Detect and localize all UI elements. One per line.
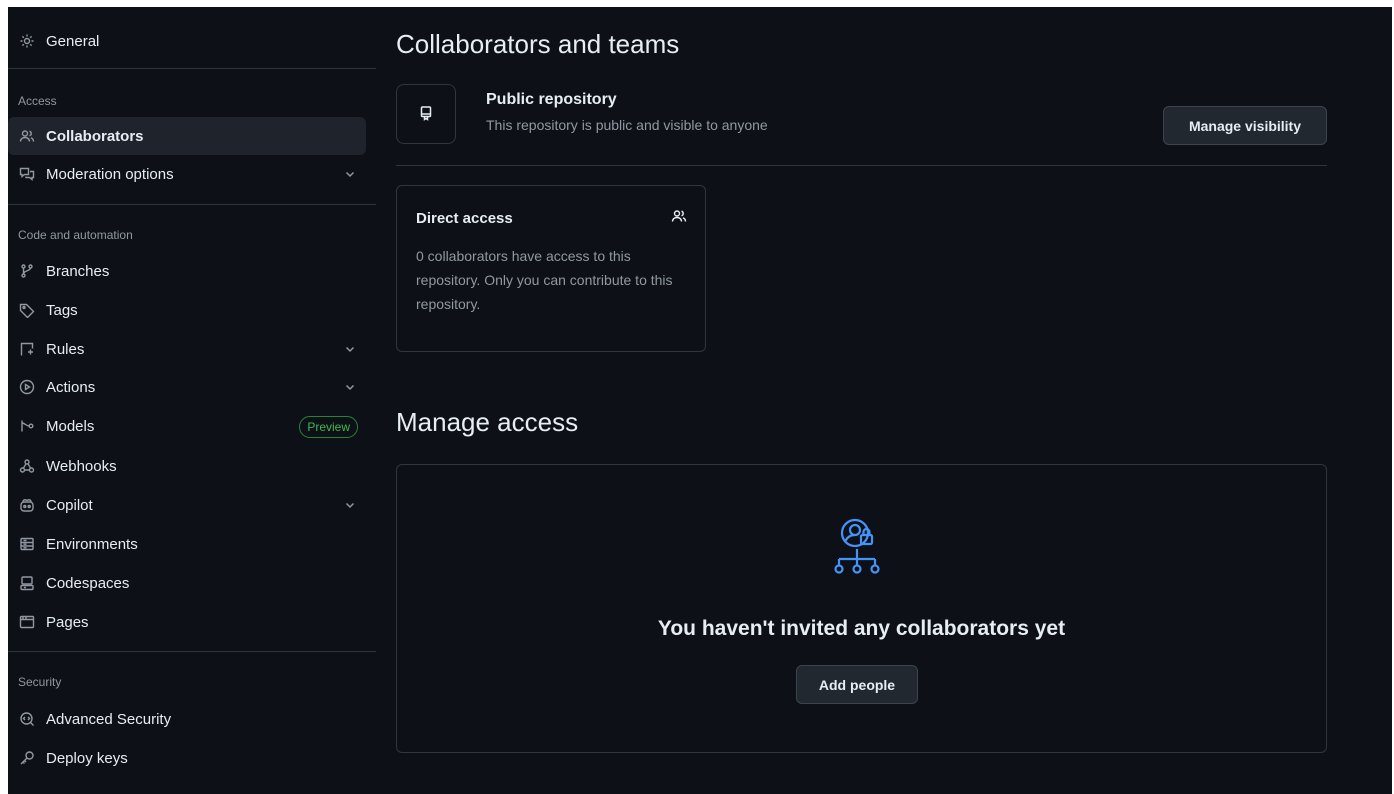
- sidebar-item-branches[interactable]: Branches: [8, 252, 366, 290]
- sidebar-item-label: Models: [46, 417, 95, 435]
- webhook-icon: [18, 457, 36, 475]
- sidebar-item-collaborators[interactable]: Collaborators: [8, 117, 366, 155]
- sidebar-item-codespaces[interactable]: Codespaces: [8, 564, 366, 602]
- empty-state-message: You haven't invited any collaborators ye…: [657, 617, 1066, 640]
- people-icon: [18, 127, 36, 145]
- sidebar-item-label: Actions: [46, 378, 96, 396]
- people-icon: [671, 208, 687, 224]
- server-icon: [18, 535, 36, 553]
- gear-icon: [18, 32, 36, 50]
- sidebar-item-label: Branches: [46, 262, 110, 280]
- sidebar-item-models[interactable]: Models Preview: [8, 407, 366, 445]
- sidebar-item-general[interactable]: General: [8, 22, 366, 60]
- sidebar-item-label: Advanced Security: [46, 710, 172, 728]
- visibility-description: This repository is public and visible to…: [486, 117, 768, 133]
- sidebar-heading-access: Access: [18, 94, 57, 108]
- sidebar-divider: [8, 68, 376, 69]
- chevron-down-icon: [344, 167, 356, 179]
- sidebar-item-label: Environments: [46, 535, 138, 553]
- sidebar-item-rules[interactable]: Rules: [8, 330, 366, 368]
- visibility-title: Public repository: [486, 91, 617, 108]
- sidebar-item-label: Pages: [46, 613, 89, 631]
- sidebar-item-deploy-keys[interactable]: Deploy keys: [8, 739, 366, 777]
- comment-discussion-icon: [18, 165, 36, 183]
- sidebar-item-moderation[interactable]: Moderation options: [8, 155, 366, 193]
- copilot-icon: [18, 496, 36, 514]
- sidebar-item-pages[interactable]: Pages: [8, 603, 366, 641]
- sidebar-item-label: Deploy keys: [46, 749, 128, 767]
- manage-access-title: Manage access: [396, 407, 579, 437]
- left-edge: [0, 0, 8, 794]
- models-icon: [18, 417, 36, 435]
- key-icon: [18, 749, 36, 767]
- sidebar-item-tags[interactable]: Tags: [8, 291, 366, 329]
- sidebar-item-copilot[interactable]: Copilot: [8, 486, 366, 524]
- sidebar-item-label: Codespaces: [46, 574, 130, 592]
- sidebar-item-label: Webhooks: [46, 457, 117, 475]
- repo-icon: [418, 105, 434, 124]
- add-people-button[interactable]: Add people: [796, 665, 918, 704]
- preview-badge: Preview: [299, 416, 358, 438]
- tag-icon: [18, 301, 36, 319]
- page-title: Collaborators and teams: [396, 29, 680, 59]
- sidebar-item-webhooks[interactable]: Webhooks: [8, 447, 366, 485]
- sidebar-item-label: Copilot: [46, 496, 93, 514]
- play-circle-icon: [18, 378, 36, 396]
- sidebar-item-label: Moderation options: [46, 165, 174, 183]
- sidebar-item-advanced-security[interactable]: Advanced Security: [8, 700, 366, 738]
- page: General Access Collaborators Moderation …: [0, 0, 1394, 794]
- sidebar-item-actions[interactable]: Actions: [8, 368, 366, 406]
- chevron-down-icon: [344, 498, 356, 510]
- collaborators-empty-icon: [829, 517, 897, 577]
- sidebar-heading-code: Code and automation: [18, 228, 133, 242]
- codescan-icon: [18, 710, 36, 728]
- sidebar-item-label: Rules: [46, 340, 85, 358]
- manage-access-box: You haven't invited any collaborators ye…: [396, 464, 1327, 753]
- section-divider: [396, 165, 1327, 166]
- sidebar-item-label: Tags: [46, 301, 78, 319]
- chevron-down-icon: [344, 380, 356, 392]
- manage-visibility-button[interactable]: Manage visibility: [1163, 106, 1327, 145]
- repo-rules-icon: [18, 340, 36, 358]
- git-branch-icon: [18, 262, 36, 280]
- sidebar-divider: [8, 651, 376, 652]
- settings-sidebar: General Access Collaborators Moderation …: [8, 7, 378, 794]
- top-edge: [0, 0, 1394, 7]
- codespaces-icon: [18, 574, 36, 592]
- chevron-down-icon: [344, 342, 356, 354]
- repo-visibility-icon-box: [396, 84, 456, 144]
- sidebar-item-label: General: [46, 32, 100, 50]
- sidebar-divider: [8, 204, 376, 205]
- sidebar-item-environments[interactable]: Environments: [8, 525, 366, 563]
- direct-access-title: Direct access: [416, 210, 513, 227]
- direct-access-card: Direct access 0 collaborators have acces…: [396, 185, 706, 352]
- sidebar-item-label: Collaborators: [46, 127, 144, 145]
- browser-icon: [18, 613, 36, 631]
- direct-access-text: 0 collaborators have access to this repo…: [416, 248, 673, 312]
- sidebar-heading-security: Security: [18, 675, 62, 689]
